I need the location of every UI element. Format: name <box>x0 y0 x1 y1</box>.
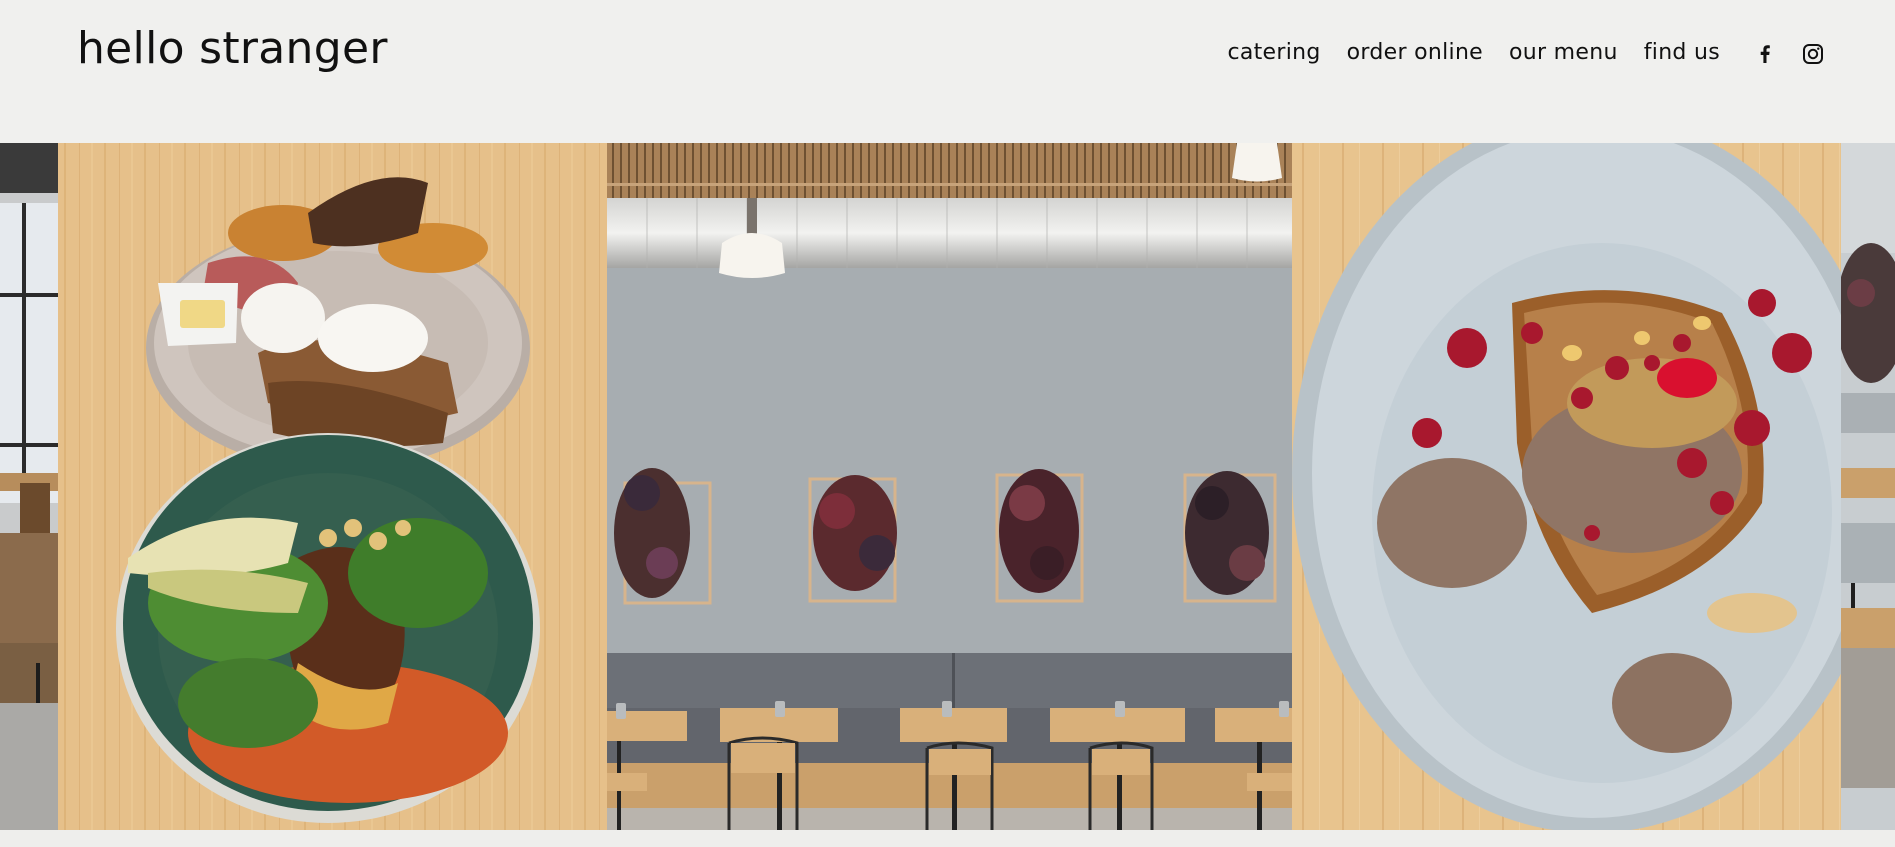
interior-right-image <box>1841 143 1895 830</box>
site-header: hello stranger catering order online our… <box>0 0 1895 143</box>
page-bottom-strip <box>0 830 1895 847</box>
site-logo-wordmark[interactable]: hello stranger <box>77 23 388 75</box>
social-links <box>1753 42 1825 66</box>
gallery-slide-interior-left[interactable] <box>0 143 58 830</box>
nav-our-menu-link[interactable]: our menu <box>1509 40 1618 65</box>
breakfast-image <box>58 143 607 830</box>
nav-order-online-link[interactable]: order online <box>1347 40 1483 65</box>
dining-room-image <box>607 143 1292 830</box>
gallery-slide-dining-room[interactable] <box>607 143 1292 830</box>
facebook-icon[interactable] <box>1753 42 1777 66</box>
instagram-icon[interactable] <box>1801 42 1825 66</box>
gallery-slide-french-toast[interactable] <box>1292 143 1841 830</box>
nav-find-us-link[interactable]: find us <box>1644 40 1720 65</box>
photo-gallery <box>0 143 1895 830</box>
gallery-slide-breakfast[interactable] <box>58 143 607 830</box>
main-nav: catering order online our menu find us <box>1227 40 1720 65</box>
french-toast-image <box>1292 143 1841 830</box>
nav-catering-link[interactable]: catering <box>1227 40 1320 65</box>
gallery-slide-interior-right[interactable] <box>1841 143 1895 830</box>
interior-left-image <box>0 143 58 830</box>
